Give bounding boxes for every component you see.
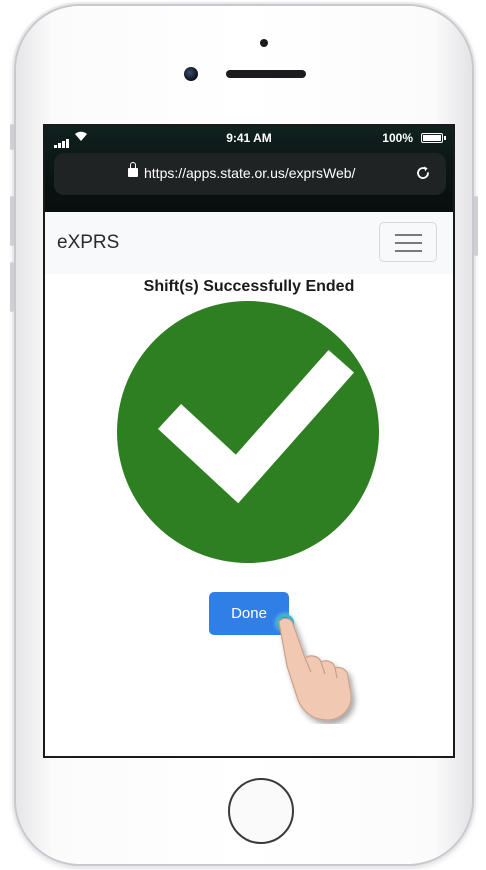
mute-switch — [10, 124, 14, 150]
battery-tip — [444, 136, 446, 140]
hamburger-menu-icon[interactable] — [379, 222, 437, 262]
phone-mockup: 9:41 AM 100% https://apps.state.or.us/ex… — [0, 0, 486, 870]
battery-icon — [421, 133, 443, 143]
volume-up-button — [10, 196, 14, 246]
reload-icon[interactable] — [414, 164, 432, 182]
phone-screen: 9:41 AM 100% https://apps.state.or.us/ex… — [43, 124, 455, 758]
power-button — [474, 196, 478, 256]
battery-percentage: 100% — [382, 131, 413, 145]
success-badge — [117, 301, 379, 563]
status-bar: 9:41 AM 100% — [45, 126, 453, 150]
checkmark-icon — [157, 350, 354, 504]
page-title: Shift(s) Successfully Ended — [143, 278, 355, 295]
url-text: https://apps.state.or.us/exprsWeb/ — [144, 165, 356, 181]
brand-logo-text[interactable]: eXPRS — [57, 232, 119, 254]
browser-chrome: 9:41 AM 100% https://apps.state.or.us/ex… — [45, 126, 453, 212]
volume-down-button — [10, 262, 14, 312]
lock-icon — [128, 162, 138, 177]
pointing-hand-icon — [278, 617, 352, 721]
sensor-dot — [260, 39, 268, 47]
front-camera-icon — [184, 67, 198, 81]
app-navbar: eXPRS — [45, 212, 453, 274]
earpiece-speaker — [226, 70, 306, 78]
home-button[interactable] — [228, 778, 294, 844]
address-bar[interactable]: https://apps.state.or.us/exprsWeb/ — [54, 153, 446, 195]
